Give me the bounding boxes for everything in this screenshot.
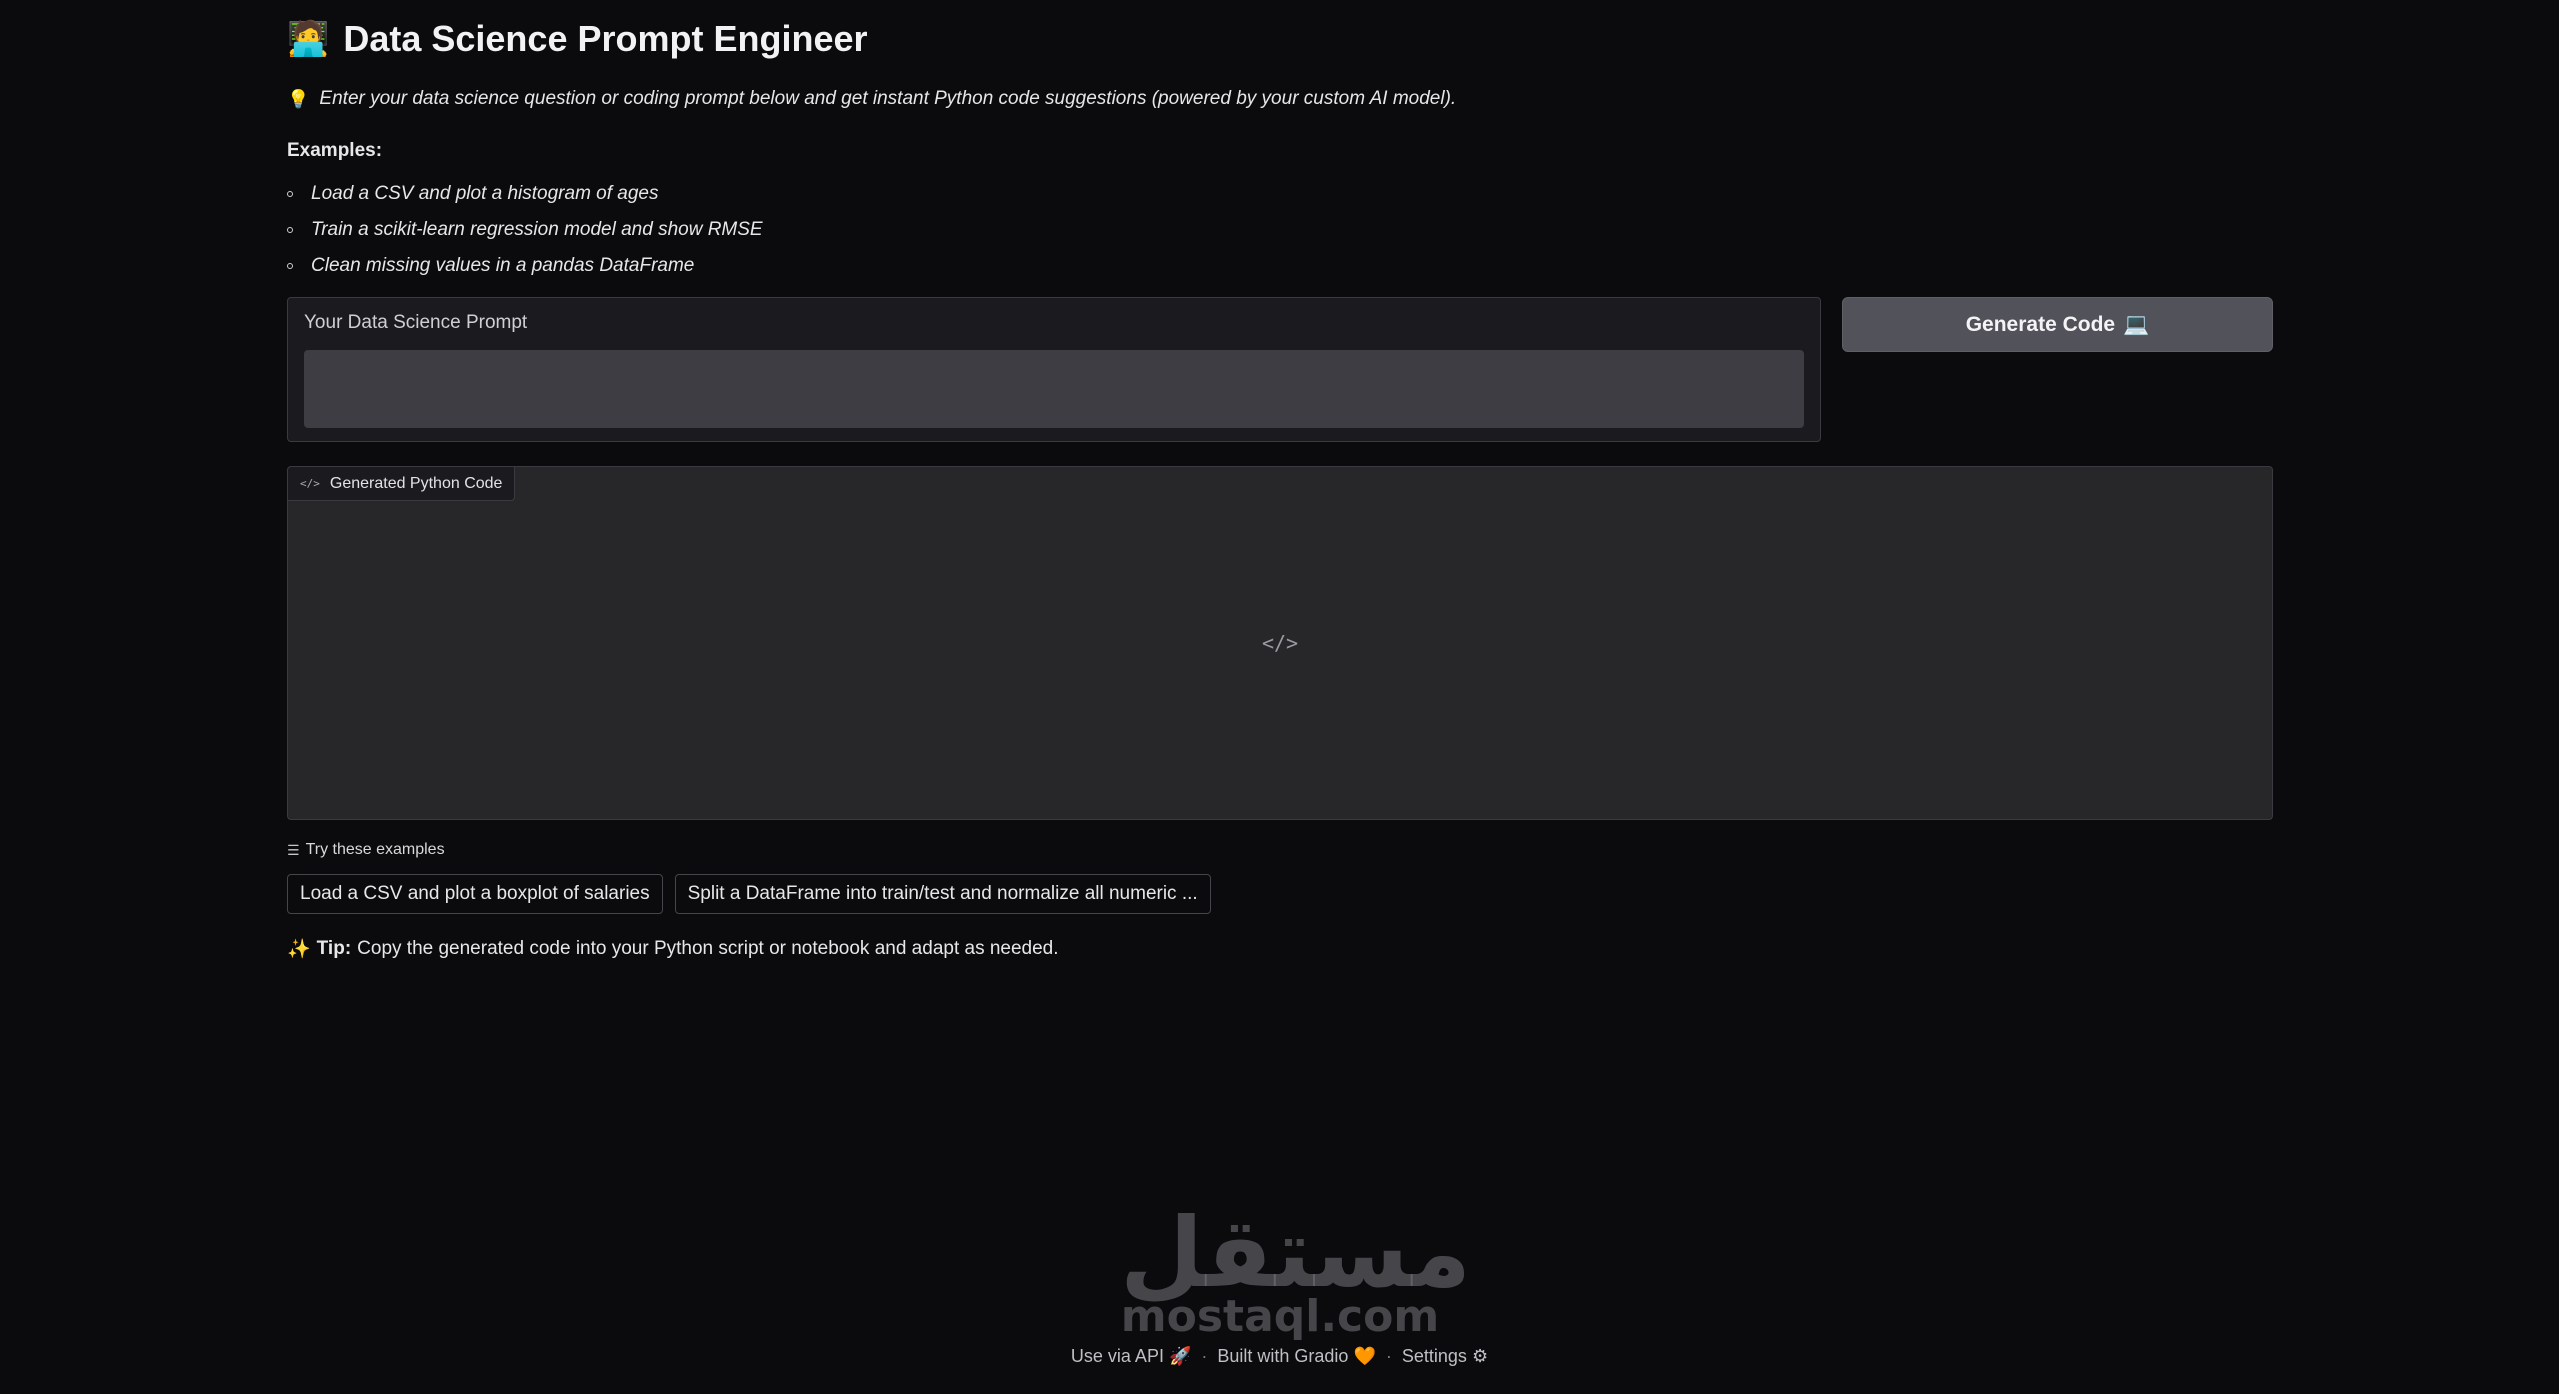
intro-text: 💡 Enter your data science question or co… <box>287 88 1456 110</box>
example-text: Train a scikit-learn regression model an… <box>311 219 763 240</box>
laptop-icon: 💻 <box>2123 312 2150 336</box>
watermark-logo: مستقل mostaql.com <box>1120 1197 1472 1342</box>
try-examples-heading: ☰ Try these examples <box>287 841 445 859</box>
coder-emoji-icon: 🧑‍💻 <box>287 20 330 58</box>
api-label: Use via API <box>1070 1346 1164 1366</box>
tip-text: ✨ Tip: Copy the generated code into your… <box>287 937 1059 961</box>
use-via-api-link[interactable]: Use via API 🚀 <box>1071 1346 1191 1367</box>
tip-description: Copy the generated code into your Python… <box>357 938 1059 959</box>
page-title-text: Data Science Prompt Engineer <box>343 18 868 59</box>
prompt-label: Your Data Science Prompt <box>304 312 528 333</box>
sparkles-icon: ✨ <box>287 939 311 960</box>
intro-description: Enter your data science question or codi… <box>319 88 1457 109</box>
code-output-label: Generated Python Code <box>329 474 503 492</box>
gradio-logo-icon: 🧡 <box>1353 1346 1376 1366</box>
watermark-latin: mostaql.com <box>1120 1291 1440 1342</box>
examples-list: Load a CSV and plot a histogram of ages … <box>287 176 763 284</box>
bullet-icon <box>287 263 293 269</box>
example-chips: Load a CSV and plot a boxplot of salarie… <box>287 874 1211 914</box>
footer-separator: · <box>1385 1346 1392 1366</box>
footer-separator: · <box>1201 1346 1208 1366</box>
prompt-input[interactable] <box>304 350 1804 428</box>
list-item: Clean missing values in a pandas DataFra… <box>287 248 763 284</box>
page-title: 🧑‍💻 Data Science Prompt Engineer <box>287 18 868 60</box>
bullet-icon <box>287 191 293 197</box>
settings-link[interactable]: Settings ⚙ <box>1402 1346 1488 1367</box>
built-with-gradio-link[interactable]: Built with Gradio 🧡 <box>1217 1346 1376 1367</box>
watermark-arabic: مستقل <box>1120 1197 1472 1309</box>
generate-code-button[interactable]: Generate Code 💻 <box>1842 297 2273 352</box>
code-output-panel[interactable]: </> Generated Python Code </> <box>287 466 2273 820</box>
try-examples-label: Try these examples <box>305 841 445 858</box>
settings-label: Settings <box>1401 1346 1467 1366</box>
code-placeholder-icon: </> <box>1261 631 1299 655</box>
code-icon: </> <box>300 477 320 490</box>
generate-code-label: Generate Code <box>1965 312 2116 336</box>
code-output-tab: </> Generated Python Code <box>288 467 516 501</box>
example-text: Clean missing values in a pandas DataFra… <box>311 255 695 276</box>
rocket-icon: 🚀 <box>1168 1346 1192 1366</box>
lightbulb-icon: 💡 <box>287 88 310 109</box>
footer: Use via API 🚀 · Built with Gradio 🧡 · Se… <box>0 1346 2559 1367</box>
example-text: Load a CSV and plot a histogram of ages <box>311 183 659 204</box>
bullet-icon <box>287 227 293 233</box>
example-chip-boxplot[interactable]: Load a CSV and plot a boxplot of salarie… <box>287 874 663 914</box>
list-icon: ☰ <box>287 841 300 858</box>
examples-heading: Examples: <box>287 140 383 161</box>
example-chip-train-test[interactable]: Split a DataFrame into train/test and no… <box>674 874 1211 914</box>
prompt-panel: Your Data Science Prompt <box>287 297 1821 442</box>
list-item: Train a scikit-learn regression model an… <box>287 212 763 248</box>
gear-icon: ⚙ <box>1471 1346 1489 1366</box>
tip-label: Tip: <box>316 938 352 959</box>
list-item: Load a CSV and plot a histogram of ages <box>287 176 763 212</box>
built-label: Built with Gradio <box>1217 1346 1349 1366</box>
